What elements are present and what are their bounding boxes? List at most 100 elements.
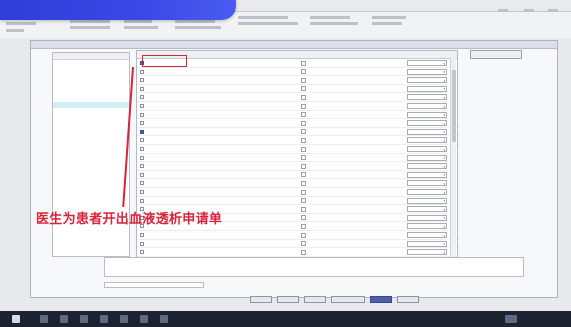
row-dropdown[interactable]: ▾: [407, 214, 447, 221]
table-row[interactable]: ▾: [137, 128, 457, 137]
memo-textarea[interactable]: [104, 257, 524, 277]
taskbar-app-icon[interactable]: [100, 315, 108, 323]
row-dropdown[interactable]: ▾: [407, 249, 447, 256]
taskbar-app-icon[interactable]: [140, 315, 148, 323]
table-row[interactable]: ▾: [137, 240, 457, 249]
row-dropdown[interactable]: ▾: [407, 77, 447, 84]
row-checkbox[interactable]: [140, 198, 144, 203]
row-checkbox[interactable]: [140, 233, 144, 237]
row-checkbox[interactable]: [140, 78, 144, 83]
row-checkbox[interactable]: [140, 104, 144, 108]
row-input[interactable]: [301, 180, 306, 186]
toolbar-field[interactable]: [310, 22, 358, 25]
toolbar-field[interactable]: [175, 20, 215, 23]
taskbar-app-icon[interactable]: [60, 315, 68, 323]
table-row[interactable]: ▾: [137, 145, 457, 154]
row-dropdown[interactable]: ▾: [407, 128, 447, 135]
close-button[interactable]: [548, 9, 558, 12]
row-input[interactable]: [301, 129, 306, 135]
row-dropdown[interactable]: ▾: [407, 137, 447, 144]
row-input[interactable]: [301, 69, 306, 75]
row-dropdown[interactable]: ▾: [407, 111, 447, 118]
row-dropdown[interactable]: ▾: [407, 146, 447, 152]
toolbar-field[interactable]: [175, 26, 221, 29]
start-icon[interactable]: [12, 315, 20, 323]
row-input[interactable]: [301, 146, 306, 152]
row-dropdown[interactable]: ▾: [407, 232, 447, 238]
toolbar-field[interactable]: [372, 16, 406, 19]
table-row[interactable]: ▾: [137, 248, 457, 257]
row-checkbox[interactable]: [140, 138, 144, 143]
row-checkbox[interactable]: [140, 164, 144, 169]
row-input[interactable]: [301, 86, 306, 92]
toolbar-field[interactable]: [70, 20, 110, 23]
address-field[interactable]: [104, 282, 204, 288]
table-row[interactable]: ▾: [137, 102, 457, 111]
row-input[interactable]: [301, 112, 306, 118]
row-input[interactable]: [301, 241, 306, 247]
row-input[interactable]: [301, 232, 306, 238]
tree-item[interactable]: [53, 118, 129, 123]
menu-item[interactable]: [6, 29, 24, 32]
right-action-button[interactable]: [470, 50, 522, 59]
dialog-button[interactable]: [250, 296, 272, 303]
taskbar-app-icon[interactable]: [160, 315, 168, 323]
row-input[interactable]: [301, 94, 306, 100]
row-input[interactable]: [301, 155, 306, 161]
toolbar-field[interactable]: [70, 26, 110, 29]
toolbar-field[interactable]: [238, 16, 288, 19]
row-dropdown[interactable]: ▾: [407, 94, 447, 101]
toolbar-field[interactable]: [238, 22, 298, 25]
row-input[interactable]: [301, 60, 306, 66]
table-row[interactable]: ▾: [137, 197, 457, 206]
row-checkbox[interactable]: [140, 241, 144, 246]
row-dropdown[interactable]: ▾: [407, 163, 447, 170]
row-input[interactable]: [301, 249, 306, 255]
row-checkbox[interactable]: [140, 155, 144, 160]
toolbar-field[interactable]: [372, 22, 402, 25]
row-dropdown[interactable]: ▾: [407, 240, 447, 247]
table-row[interactable]: ▾: [137, 154, 457, 163]
table-row[interactable]: ▾: [137, 119, 457, 128]
row-checkbox[interactable]: [140, 190, 144, 194]
table-row[interactable]: ▾: [137, 136, 457, 145]
confirm-button[interactable]: [370, 296, 392, 303]
table-row[interactable]: ▾: [137, 171, 457, 180]
row-input[interactable]: [301, 120, 306, 126]
row-input[interactable]: [301, 189, 306, 195]
row-checkbox[interactable]: [140, 250, 144, 255]
row-dropdown[interactable]: ▾: [407, 223, 447, 230]
maximize-button[interactable]: [524, 9, 534, 12]
toolbar-field[interactable]: [124, 20, 152, 23]
row-dropdown[interactable]: ▾: [407, 206, 447, 213]
row-dropdown[interactable]: ▾: [407, 68, 447, 75]
row-dropdown[interactable]: ▾: [407, 103, 447, 109]
toolbar-field[interactable]: [310, 16, 350, 19]
row-dropdown[interactable]: ▾: [407, 189, 447, 195]
row-checkbox[interactable]: [140, 112, 144, 117]
table-row[interactable]: ▾: [137, 68, 457, 77]
row-checkbox[interactable]: [140, 181, 144, 186]
row-checkbox[interactable]: [140, 172, 144, 177]
taskbar-app-icon[interactable]: [80, 315, 88, 323]
row-input[interactable]: [301, 103, 306, 109]
minimize-button[interactable]: [498, 9, 508, 12]
table-row[interactable]: ▾: [137, 162, 457, 171]
row-checkbox[interactable]: [140, 95, 144, 100]
row-dropdown[interactable]: ▾: [407, 120, 447, 127]
table-row[interactable]: ▾: [137, 93, 457, 102]
row-input[interactable]: [301, 172, 306, 178]
tray-icon[interactable]: [505, 315, 517, 323]
table-row[interactable]: ▾: [137, 188, 457, 197]
scrollbar-thumb[interactable]: [452, 70, 456, 142]
row-input[interactable]: [301, 77, 306, 83]
dialog-button[interactable]: [397, 296, 419, 303]
table-row[interactable]: ▾: [137, 179, 457, 188]
row-dropdown[interactable]: ▾: [407, 197, 447, 204]
row-input[interactable]: [301, 215, 306, 221]
row-dropdown[interactable]: ▾: [407, 180, 447, 187]
taskbar-app-icon[interactable]: [40, 315, 48, 323]
row-checkbox[interactable]: [140, 129, 144, 134]
dialog-button[interactable]: [331, 296, 365, 303]
table-row[interactable]: ▾: [137, 111, 457, 120]
